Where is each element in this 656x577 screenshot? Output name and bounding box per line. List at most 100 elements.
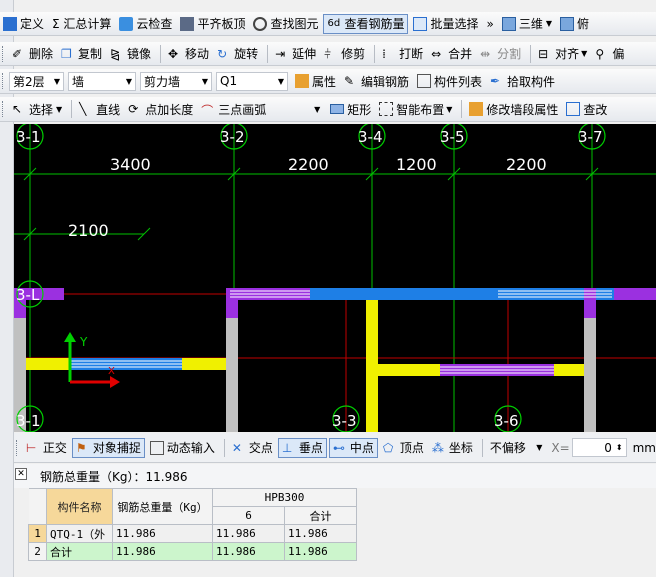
merge-button[interactable]: ⇔ 合并 [428,44,475,64]
view-3d-select[interactable]: 三维 ▼ [499,14,555,34]
dynamic-input-icon [149,440,164,455]
walls[interactable] [14,288,656,432]
align-icon: ⊟ [538,46,549,61]
table-row[interactable]: 2 合计 11.986 11.986 11.986 [28,542,357,561]
plan-view-button[interactable]: 俯 [557,14,592,34]
view-rebar-button[interactable]: 6d 查看钢筋量 [323,13,409,34]
batch-icon [413,16,428,31]
toolbar-grip[interactable] [2,101,5,117]
toolbar-overflow-button[interactable]: » [484,14,497,34]
col-sum-header[interactable]: 合计 [284,506,357,525]
summary-calc-button[interactable]: Σ 汇总计算 [49,14,114,34]
rotate-button[interactable]: ↻ 旋转 [214,44,261,64]
floor-select[interactable]: 第2层 ▼ [9,71,64,91]
coordinate-snap[interactable]: ⁂ 坐标 [429,438,476,458]
object-snap-toggle[interactable]: ⚑ 对象捕捉 [71,437,145,458]
member-toolbar: 第2层 ▼ 墙 ▼ 剪力墙 ▼ Q1 ▼ 属性 ✎ 编辑钢筋 构件列表 ✒ 拾取构件 [0,69,656,94]
rebar-table: 构件名称 钢筋总重量（Kg） HPB300 6 合计 1 QTQ-1（外 11.… [28,488,357,561]
intersection-snap[interactable]: ✕ 交点 [229,438,276,458]
chevron-down-icon: ▼ [277,76,284,86]
col-member-header[interactable]: 构件名称 [46,488,113,525]
member-select[interactable]: Q1 ▼ [216,71,288,91]
select-button[interactable]: ↖ 选择 ▼ [9,99,65,119]
extend-button[interactable]: ⇥ 延伸 [272,44,319,64]
smart-layout-button[interactable]: 智能布置 ▼ [376,99,455,119]
perpendicular-snap[interactable]: ⊥ 垂点 [277,437,327,458]
col-total-header[interactable]: 钢筋总重量（Kg） [112,488,213,525]
split-button[interactable]: ⇹ 分割 [477,44,524,64]
rotate-icon: ↻ [217,46,228,61]
wall-segment[interactable] [614,288,656,300]
wall-type-select[interactable]: 剪力墙 ▼ [140,71,212,91]
sum-cell[interactable]: 11.986 [284,524,357,543]
total-cell[interactable]: 11.986 [112,542,213,561]
smart-layout-icon [379,102,394,116]
drawing-canvas[interactable]: 3-1 3-2 3-4 3-5 3-7 3-1 3-3 3-6 3-L 3400… [14,124,656,432]
batch-select-button[interactable]: 批量选择 [410,14,481,34]
mirror-icon: ⧎ [110,46,121,61]
x-coord-input[interactable]: 0 ⬍ [571,438,627,457]
member-name-cell[interactable]: 合计 [46,542,113,561]
define-button[interactable]: 定义 [0,14,47,34]
toolbar-grip[interactable] [16,439,19,456]
trim-button[interactable]: ⫩ 修剪 [321,44,368,64]
toolbar-grip[interactable] [2,73,5,89]
rebar-panel-header: ✕ 钢筋总重量（Kg）：11.986 [14,464,656,488]
member-name-cell[interactable]: QTQ-1（外 [46,524,113,543]
chevron-down-icon: ▼ [125,76,132,86]
col-group-header[interactable]: HPB300 [212,488,357,507]
wall-end[interactable] [584,288,596,318]
break-icon: ⁞ [382,46,386,61]
wall-edit-icon [469,102,484,116]
close-icon[interactable]: ✕ [15,468,27,480]
rebar-icon: 6d [327,17,341,29]
table-row[interactable]: 1 QTQ-1（外 11.986 11.986 11.986 [28,524,357,543]
modify-wall-segment-button[interactable]: 修改墙段属性 [466,99,561,119]
total-cell[interactable]: 11.986 [112,524,213,543]
col-dia-header[interactable]: 6 [212,506,285,525]
check-modify-button[interactable]: 查改 [563,99,610,119]
offset-button[interactable]: ⚲ 偏 [592,44,627,64]
dia-cell[interactable]: 11.986 [212,542,285,561]
dimension-text: 2200 [288,155,329,174]
category-select[interactable]: 墙 ▼ [68,71,136,91]
vertex-snap[interactable]: ⬠ 顶点 [380,438,427,458]
cad-drawing[interactable]: 3-1 3-2 3-4 3-5 3-7 3-1 3-3 3-6 3-L 3400… [14,124,656,432]
sum-cell[interactable]: 11.986 [284,542,357,561]
member-list-button[interactable]: 构件列表 [414,71,485,91]
list-icon [417,74,432,88]
arc-mode-select[interactable]: ▼ [271,100,323,119]
eraser-icon: ✐ [12,46,23,61]
delete-button[interactable]: ✐ 删除 [9,44,56,64]
toolbar-grip[interactable] [2,45,5,62]
break-button[interactable]: ⁞ 打断 [379,44,426,64]
axis-label: 3-L [16,286,40,304]
move-button[interactable]: ✥ 移动 [165,44,212,64]
edit-rebar-button[interactable]: ✎ 编辑钢筋 [341,71,412,91]
properties-icon [295,74,309,88]
three-point-arc-button[interactable]: ⌒ 三点画弧 [198,99,269,119]
axis-label: 3-4 [358,128,383,146]
point-length-button[interactable]: ⟳ 点加长度 [125,99,196,119]
align-button[interactable]: ⊟ 对齐 ▼ [535,44,590,64]
pick-member-button[interactable]: ✒ 拾取构件 [487,71,558,91]
ucs-y-label: Y [79,335,88,349]
mirror-button[interactable]: ⧎ 镜像 [107,44,154,64]
properties-button[interactable]: 属性 [292,71,339,91]
snap-toolbar: ⊢ 正交 ⚑ 对象捕捉 动态输入 ✕ 交点 ⊥ 垂点 ⊷ 中点 ⬠ 顶点 ⁂ 坐标 不偏移 ▼ … [14,433,656,463]
move-icon: ✥ [168,46,179,61]
align-slab-top-button[interactable]: 平齐板顶 [177,14,248,34]
cloud-check-button[interactable]: 云检查 [116,14,175,34]
dynamic-input-toggle[interactable]: 动态输入 [147,438,218,458]
midpoint-snap[interactable]: ⊷ 中点 [328,437,378,458]
offset-mode-select[interactable]: 不偏移 ▼ [487,438,546,457]
find-element-button[interactable]: 查找图元 [250,14,321,34]
spinner-icon: ⬍ [615,443,623,452]
ortho-toggle[interactable]: ⊢ 正交 [23,438,70,458]
dia-cell[interactable]: 11.986 [212,524,285,543]
copy-button[interactable]: ❐ 复制 [58,44,105,64]
axis-label: 3-2 [220,128,245,146]
rectangle-button[interactable]: 矩形 [327,99,374,119]
line-button[interactable]: ╲ 直线 [76,99,123,119]
wall-segment[interactable] [366,300,378,432]
